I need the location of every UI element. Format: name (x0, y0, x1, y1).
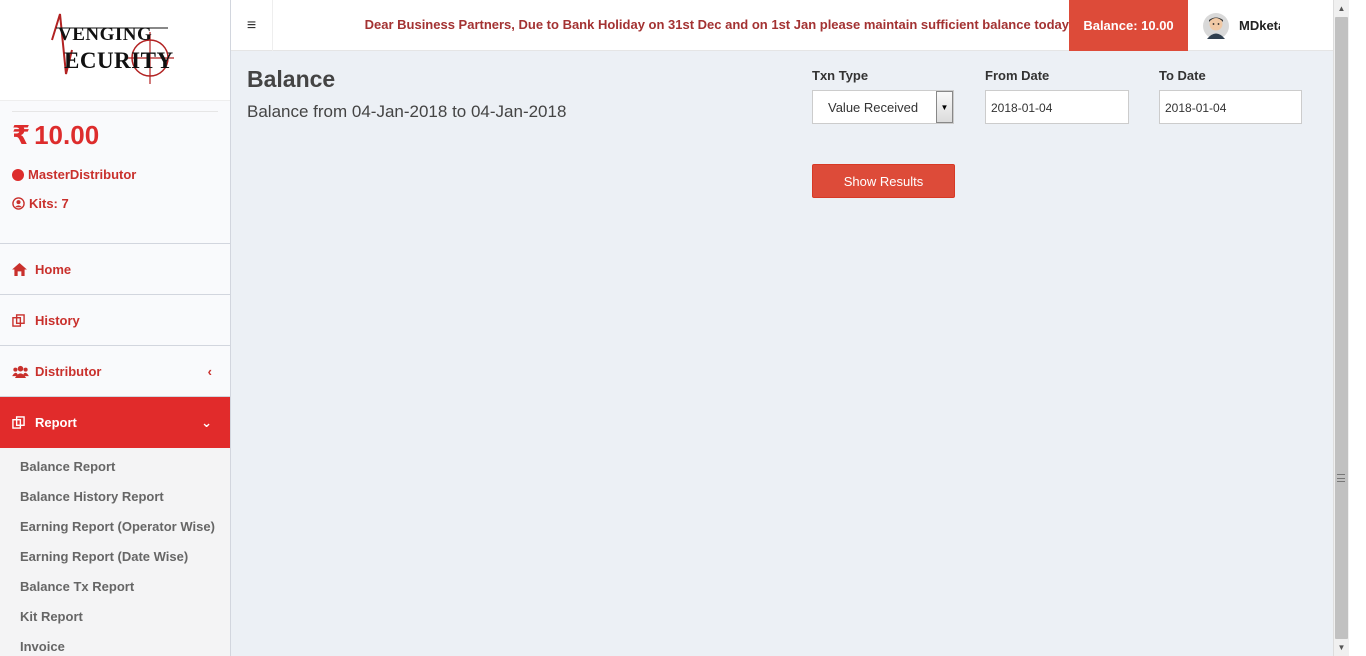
submenu-balance-report[interactable]: Balance Report (0, 452, 230, 482)
user-role-text: MasterDistributor (28, 167, 137, 182)
avatar (1203, 12, 1229, 39)
user-panel: ₹ 10.00 MasterDistributor Kits: 7 (0, 101, 230, 244)
rupee-icon: ₹ (12, 120, 31, 150)
notice-text: Dear Business Partners, Due to Bank Holi… (364, 17, 1069, 32)
submenu-earning-report-date[interactable]: Earning Report (Date Wise) (0, 542, 230, 572)
scrollbar-grip-icon (1337, 474, 1345, 482)
submenu-balance-tx-report[interactable]: Balance Tx Report (0, 572, 230, 602)
kits-count: Kits: 7 (12, 196, 218, 211)
to-date-input[interactable]: 2018-01-04 (1159, 90, 1302, 124)
hamburger-icon: ≡ (246, 16, 257, 34)
page-scrollbar[interactable]: ▲ ▼ (1333, 0, 1349, 656)
submenu-balance-history-report[interactable]: Balance History Report (0, 482, 230, 512)
user-menu[interactable]: MDketan (1188, 0, 1333, 51)
sidebar-item-label: Home (35, 261, 72, 277)
wallet-balance: ₹ 10.00 (12, 120, 218, 151)
txn-type-value: Value Received (828, 100, 919, 115)
top-header: ≡ Dear Business Partners, Due to Bank Ho… (231, 0, 1333, 51)
home-icon (12, 262, 30, 276)
page-subtitle: Balance from 04-Jan-2018 to 04-Jan-2018 (247, 102, 567, 121)
sidebar-item-home[interactable]: Home (0, 244, 230, 295)
sidebar-toggle-button[interactable]: ≡ (231, 0, 273, 51)
sidebar-item-label: Report (35, 415, 77, 430)
chevron-left-icon: ‹ (207, 363, 212, 379)
sidebar-item-label: History (35, 312, 80, 328)
notice-marquee: Dear Business Partners, Due to Bank Holi… (273, 0, 1069, 51)
brand-logo[interactable]: VENGING ECURITY (50, 10, 180, 90)
to-date-label: To Date (1159, 68, 1206, 83)
sidebar-item-label: Distributor (35, 363, 102, 379)
window-edge (1349, 0, 1366, 656)
sidebar-item-report[interactable]: Report ⌄ (0, 397, 230, 448)
status-dot-icon (12, 168, 24, 181)
txn-type-select[interactable]: Value Received ▼ (812, 90, 954, 124)
report-submenu: Balance Report Balance History Report Ea… (0, 448, 230, 656)
sidebar-item-distributor[interactable]: Distributor ‹ (0, 346, 230, 397)
scroll-down-arrow-icon[interactable]: ▼ (1334, 639, 1349, 656)
submenu-kit-report[interactable]: Kit Report (0, 602, 230, 632)
submenu-invoice[interactable]: Invoice (0, 632, 230, 656)
copy-icon (12, 313, 30, 327)
logo-text-bottom: ECURITY (64, 48, 174, 73)
sidebar: VENGING ECURITY ₹ 10.00 MasterDistributo… (0, 0, 231, 656)
user-name: MDketan (1239, 18, 1280, 33)
page-title: Balance (247, 66, 336, 92)
submenu-earning-report-operator[interactable]: Earning Report (Operator Wise) (0, 512, 230, 542)
txn-type-label: Txn Type (812, 68, 869, 83)
users-icon (12, 365, 30, 378)
user-role: MasterDistributor (12, 167, 218, 182)
header-balance-button[interactable]: Balance: 10.00 (1069, 0, 1188, 51)
copy-icon (12, 416, 30, 429)
kits-text: Kits: 7 (29, 196, 69, 211)
dropdown-arrow-icon[interactable]: ▼ (936, 91, 953, 123)
sidebar-item-history[interactable]: History (0, 295, 230, 346)
logo-text-top: VENGING (58, 24, 153, 45)
user-circle-icon (12, 197, 25, 210)
logo-area[interactable]: VENGING ECURITY (0, 0, 230, 101)
wallet-amount: 10.00 (34, 120, 100, 150)
chevron-down-icon: ⌄ (201, 414, 212, 430)
scrollbar-thumb[interactable] (1335, 17, 1348, 639)
from-date-input[interactable]: 2018-01-04 (985, 90, 1129, 124)
scroll-up-arrow-icon[interactable]: ▲ (1334, 0, 1349, 17)
from-date-label: From Date (985, 68, 1050, 83)
show-results-button[interactable]: Show Results (812, 164, 955, 198)
